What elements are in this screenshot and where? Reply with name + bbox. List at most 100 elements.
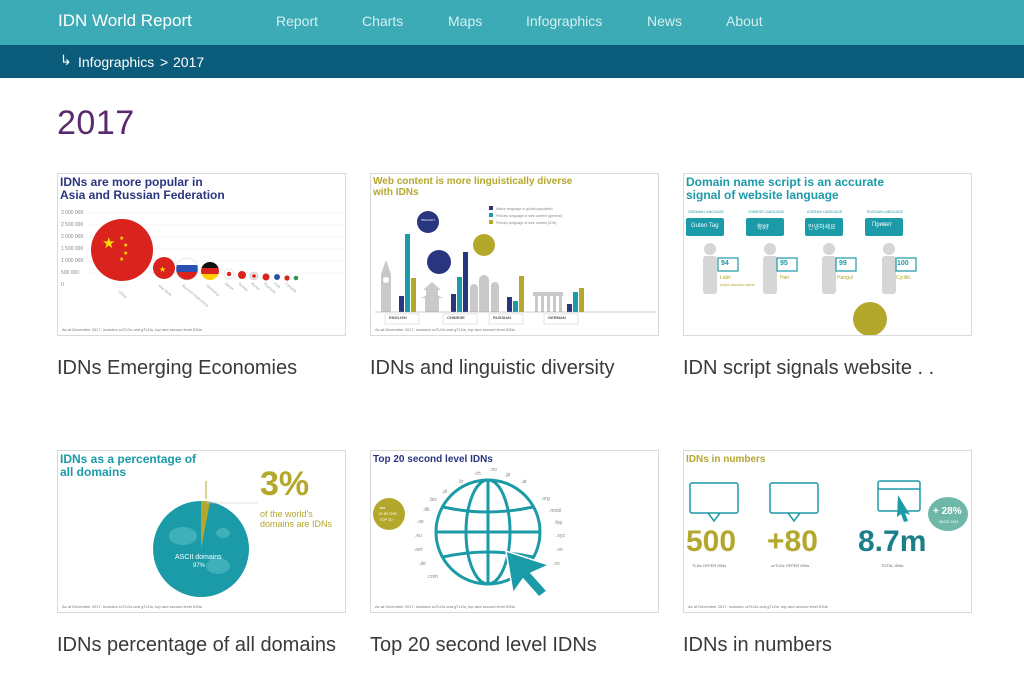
- growth-label: SINCE 2014: [939, 520, 959, 524]
- return-arrow-icon: ↳: [60, 52, 72, 68]
- card-title-idns-in-numbers[interactable]: IDNs in numbers: [683, 634, 983, 656]
- thumb-footnote: As at December 2017, includes ccTLDs and…: [375, 327, 515, 332]
- thumb-footnote: As at December 2017, includes ccTLDs and…: [688, 604, 828, 609]
- page-title: 2017: [57, 104, 135, 142]
- flag-bubbles-graphic: ★ ★ ★ ★ ★ ★ China Viet Nam Russian Feder…: [88, 212, 343, 308]
- tld-label: .org: [541, 496, 550, 502]
- card-thumbnail-emerging-economies[interactable]: IDNs are more popular in Asia and Russia…: [57, 173, 346, 336]
- script-name: Latin: [720, 275, 731, 281]
- greeting-text: Привет: [872, 222, 893, 228]
- card-thumbnail-top20[interactable]: Top 20 second level IDNs .eu IS IN THE T…: [370, 450, 659, 613]
- language-label: ENGLISH: [389, 315, 407, 320]
- svg-text:Turkey: Turkey: [237, 281, 249, 292]
- script-name: Hangul: [837, 275, 853, 281]
- tld-label: .at: [521, 479, 527, 485]
- svg-text:★: ★: [119, 256, 124, 263]
- group-label: GERMAN LANGUAGE: [688, 210, 724, 214]
- tld-label: .net: [414, 547, 423, 553]
- top-nav: IDN World Report Report Charts Maps Info…: [0, 0, 1024, 45]
- script-signal-graphic: [686, 218, 917, 335]
- svg-text:China: China: [117, 290, 127, 299]
- tld-label: .kr: [458, 479, 464, 485]
- card-thumbnail-linguistic-diversity[interactable]: Web content is more linguistically diver…: [370, 173, 659, 336]
- globe-cursor-graphic: [373, 478, 552, 599]
- tld-label: .fop: [554, 520, 563, 526]
- svg-text:★: ★: [119, 235, 124, 242]
- stat-label: TLDs OFFER IDNs: [692, 563, 727, 568]
- svg-text:★: ★: [102, 234, 115, 252]
- tld-label: .biz: [429, 497, 437, 503]
- card-title-script-signals[interactable]: IDN script signals website . .: [683, 357, 983, 379]
- tld-label: .cn: [553, 561, 560, 567]
- caption-line: of the world's: [260, 509, 313, 519]
- script-name: Cyrillic: [896, 275, 911, 281]
- thumb-footnote: As at December 2017, includes ccTLDs and…: [62, 327, 202, 332]
- group-label: RUSSIAN LANGUAGE: [867, 210, 903, 214]
- nav-link-infographics[interactable]: Infographics: [526, 13, 602, 29]
- tld-label: .jp: [505, 472, 511, 478]
- language-label: CHINESE: [447, 315, 465, 320]
- nav-link-about[interactable]: About: [726, 13, 763, 29]
- stat-value: 500: [686, 525, 737, 558]
- greeting-text: 你好: [757, 225, 770, 231]
- card-thumbnail-script-signals[interactable]: Domain name script is an accurate signal…: [683, 173, 972, 336]
- language-label: RUSSIAN: [493, 315, 512, 320]
- tld-label: .ch: [474, 471, 481, 477]
- stat-value: +80: [767, 525, 818, 558]
- greeting-text: 안녕하세요: [808, 225, 836, 231]
- big-percent: 3%: [260, 465, 310, 503]
- card-title-percentage-domains[interactable]: IDNs percentage of all domains: [57, 634, 357, 656]
- breadcrumb-link-infographics[interactable]: Infographics: [78, 54, 154, 70]
- ascii-label: ASCII domains: [175, 554, 222, 561]
- badge-text: .eu: [379, 505, 385, 510]
- group-label: CHINESE LANGUAGE: [748, 210, 784, 214]
- percent-value: 100: [897, 260, 909, 267]
- svg-text:Viet Nam: Viet Nam: [157, 284, 172, 298]
- tld-label: .no: [490, 467, 497, 473]
- nav-link-report[interactable]: Report: [276, 13, 318, 29]
- ascii-percent: 97%: [193, 563, 206, 569]
- badge-text: TOP 20: [379, 517, 393, 522]
- card-title-emerging-economies[interactable]: IDNs Emerging Economies: [57, 357, 357, 379]
- card-thumbnail-idns-in-numbers[interactable]: IDNs in numbers 500 +80 8.7m TLDs OFFER …: [683, 450, 972, 613]
- breadcrumb-separator: >: [160, 54, 169, 70]
- stat-label: TOTAL IDNs: [881, 563, 904, 568]
- card-title-linguistic-diversity[interactable]: IDNs and linguistic diversity: [370, 357, 670, 379]
- svg-text:Canada: Canada: [284, 282, 297, 294]
- nav-link-news[interactable]: News: [647, 13, 682, 29]
- svg-text:Iran: Iran: [273, 282, 281, 289]
- card-thumbnail-percentage-domains[interactable]: IDNs as a percentage of all domains 3% o…: [57, 450, 346, 613]
- tld-label: .eu: [415, 533, 422, 539]
- thumb-footnote: As at December 2017, includes ccTLDs and…: [375, 604, 515, 609]
- linguistic-bars-graphic: ENGLISH: [375, 206, 656, 325]
- percent-value: 94: [721, 260, 729, 267]
- percent-value: 99: [839, 260, 847, 267]
- tld-label: .dk: [423, 507, 430, 513]
- tld-label: .xyz: [556, 533, 565, 539]
- tld-label: .de: [419, 561, 426, 567]
- greeting-text: Guten Tag: [691, 223, 719, 229]
- breadcrumb-current: 2017: [173, 54, 205, 70]
- tld-label: .mobi: [549, 508, 562, 514]
- growth-value: + 28%: [933, 506, 962, 517]
- svg-text:★: ★: [159, 265, 166, 274]
- badge-text: IS IN THE: [379, 511, 397, 516]
- thumb-footnote: As at December 2017, includes ccTLDs and…: [62, 604, 202, 609]
- svg-text:★: ★: [123, 242, 128, 249]
- card-title-top20[interactable]: Top 20 second level IDNs: [370, 634, 670, 656]
- breadcrumb: ↳ Infographics > 2017: [0, 45, 1024, 78]
- group-label: KOREAN LANGUAGE: [807, 210, 843, 214]
- nav-link-charts[interactable]: Charts: [362, 13, 403, 29]
- script-suffix: script domain name: [720, 282, 755, 287]
- tld-label: .se: [417, 519, 424, 525]
- caption-line: domains are IDNs: [260, 519, 333, 529]
- tld-label: .vn: [556, 547, 563, 553]
- percent-value: 95: [780, 260, 788, 267]
- brand-logo-link[interactable]: IDN World Report: [58, 11, 192, 31]
- stat-label: ccTLDs OFFER IDNs: [771, 563, 810, 568]
- svg-text:Korea: Korea: [250, 282, 260, 291]
- nav-link-maps[interactable]: Maps: [448, 13, 482, 29]
- svg-text:ENGLISH: ENGLISH: [421, 218, 434, 222]
- tld-label: .pl: [442, 489, 448, 495]
- script-name: Han: [780, 275, 790, 281]
